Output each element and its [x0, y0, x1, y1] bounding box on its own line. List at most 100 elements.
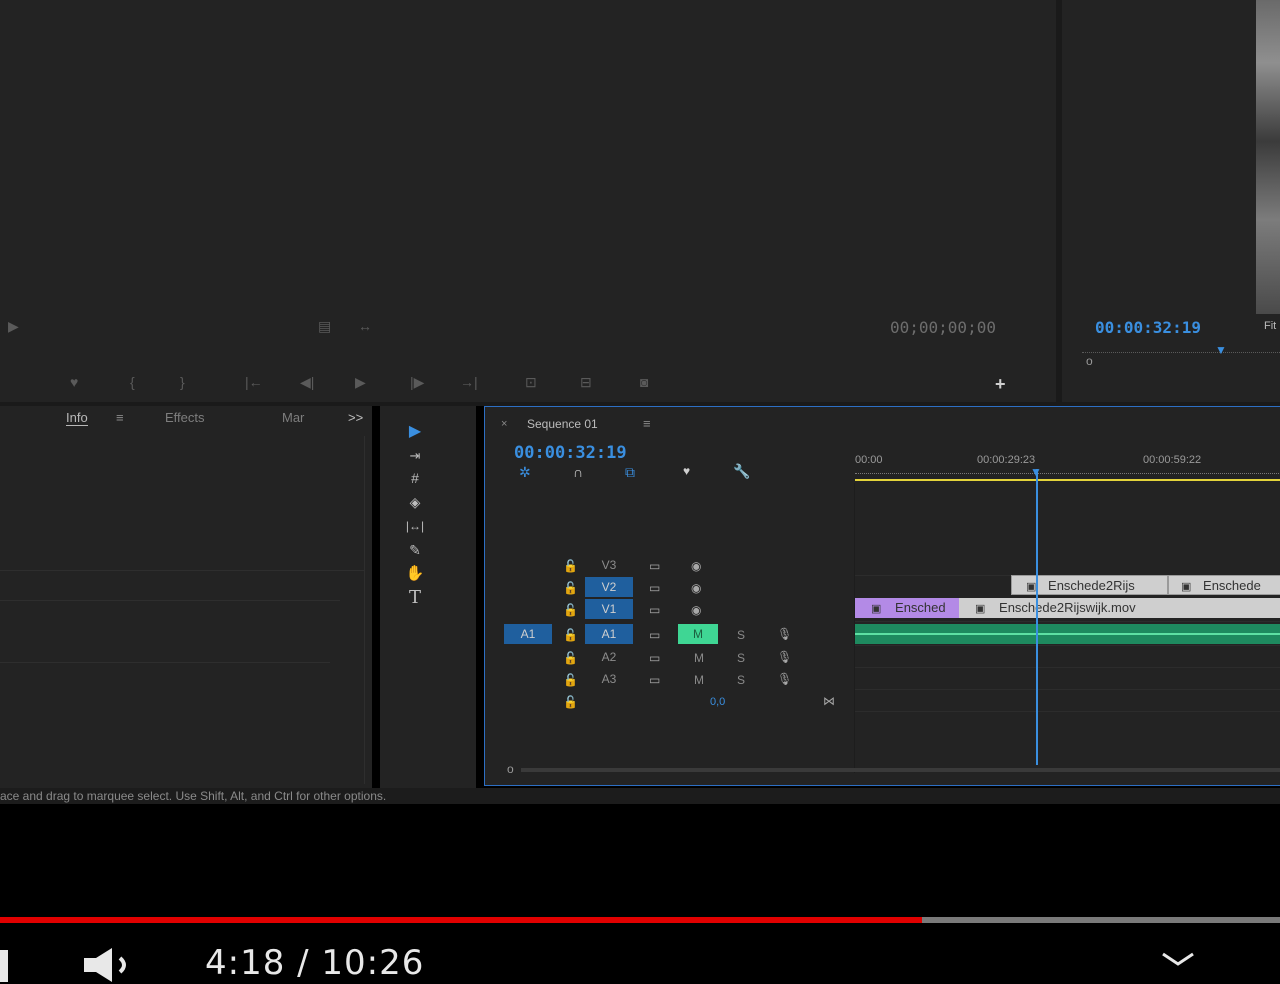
- program-scrub-bar[interactable]: [1082, 352, 1280, 353]
- tab-markers[interactable]: Mar: [282, 410, 304, 425]
- lock-icon[interactable]: 🔓: [563, 673, 578, 687]
- clip-v2-b[interactable]: ▣ Enschede: [1168, 575, 1280, 595]
- step-back-icon[interactable]: ◀|: [300, 374, 314, 391]
- video-progress-fill: [0, 917, 922, 923]
- track-target-v2[interactable]: V2: [585, 577, 633, 597]
- go-to-end-icon[interactable]: ⋈: [823, 694, 835, 708]
- sync-lock-icon[interactable]: ▭: [649, 603, 660, 617]
- lane-divider: [855, 621, 1280, 622]
- lock-icon[interactable]: 🔓: [563, 628, 578, 642]
- work-area-bar[interactable]: [855, 479, 1280, 481]
- go-to-out-icon[interactable]: →|: [460, 374, 478, 390]
- pause-icon[interactable]: [0, 950, 8, 982]
- add-marker-icon[interactable]: ♥: [70, 374, 78, 390]
- timeline-timecode[interactable]: 00:00:32:19: [514, 443, 627, 463]
- step-forward-icon[interactable]: |▶: [410, 374, 424, 391]
- clip-v2-a[interactable]: ▣ Enschede2Rijs: [1011, 575, 1168, 595]
- linked-selection-icon[interactable]: ⧉: [625, 464, 635, 481]
- time-ruler[interactable]: 00:00 00:00:29:23 00:00:59:22: [855, 451, 1280, 481]
- program-timecode[interactable]: 00:00:32:19: [1095, 318, 1201, 337]
- mute-button-a3[interactable]: M: [694, 673, 704, 687]
- add-button-icon[interactable]: +: [995, 374, 1006, 395]
- solo-button-a3[interactable]: S: [737, 673, 745, 687]
- microphone-icon[interactable]: 🎙: [777, 627, 792, 641]
- selection-tool-icon[interactable]: ▶: [402, 422, 428, 442]
- mute-button-a2[interactable]: M: [694, 651, 704, 665]
- drag-audio-icon[interactable]: ↔: [358, 318, 372, 334]
- type-tool-icon[interactable]: T: [402, 588, 428, 608]
- video-time: 4:18 / 10:26: [205, 943, 425, 983]
- mute-button-a1[interactable]: M: [678, 624, 718, 644]
- tab-overflow[interactable]: >>: [348, 410, 363, 425]
- snap-magnet-icon[interactable]: ∩: [573, 464, 583, 480]
- razor-tool-icon[interactable]: ◈: [402, 492, 428, 512]
- lock-icon[interactable]: 🔓: [563, 581, 578, 595]
- pen-tool-icon[interactable]: ✎: [402, 540, 428, 560]
- divider: [0, 570, 364, 571]
- chevron-down-icon[interactable]: [1160, 950, 1196, 970]
- wrench-icon[interactable]: 🔧: [733, 463, 750, 480]
- fit-dropdown[interactable]: Fit: [1264, 320, 1276, 332]
- program-playhead-icon[interactable]: ▼: [1215, 343, 1227, 357]
- close-icon[interactable]: ×: [501, 418, 507, 430]
- hand-tool-icon[interactable]: ✋: [402, 564, 428, 584]
- sequence-tab[interactable]: Sequence 01: [527, 417, 598, 431]
- zoom-handle-icon[interactable]: o: [1086, 354, 1093, 368]
- playhead-handle-icon[interactable]: ▼: [1030, 465, 1042, 479]
- panel-menu-icon[interactable]: ≡: [116, 410, 124, 425]
- sync-lock-icon[interactable]: ▭: [649, 581, 660, 595]
- insert-edit-icon[interactable]: ⊡: [525, 374, 537, 391]
- info-panel: Info ≡ Effects Mar >>: [0, 406, 372, 788]
- clip-v1-b[interactable]: ▣ Enschede2Rijswijk.mov: [959, 598, 1280, 618]
- source-timecode[interactable]: 00;00;00;00: [890, 318, 996, 337]
- track-target-v1[interactable]: V1: [585, 599, 633, 619]
- solo-button-a2[interactable]: S: [737, 651, 745, 665]
- source-patch-a1[interactable]: A1: [504, 624, 552, 644]
- playhead[interactable]: [1036, 469, 1038, 765]
- lock-icon[interactable]: 🔓: [563, 651, 578, 665]
- eye-icon[interactable]: ◉: [691, 603, 701, 617]
- track-target-v3[interactable]: V3: [585, 555, 633, 575]
- eye-icon[interactable]: ◉: [691, 559, 701, 573]
- microphone-icon[interactable]: 🎙: [777, 650, 792, 664]
- tab-info[interactable]: Info: [66, 410, 88, 426]
- add-marker-icon[interactable]: ♥: [683, 464, 690, 478]
- video-progress-bar[interactable]: [0, 917, 1280, 923]
- clip-a1-audio[interactable]: [855, 624, 1280, 644]
- panel-menu-icon[interactable]: ≡: [643, 416, 651, 431]
- solo-button-a1[interactable]: S: [737, 628, 745, 642]
- sync-lock-icon[interactable]: ▭: [649, 651, 660, 665]
- microphone-icon[interactable]: 🎙: [777, 672, 792, 686]
- clip-name: Enschede2Rijswijk.mov: [999, 600, 1136, 615]
- insert-icon[interactable]: ▤: [318, 318, 331, 335]
- master-volume-value[interactable]: 0,0: [710, 696, 725, 708]
- volume-icon[interactable]: [82, 946, 142, 984]
- sync-lock-icon[interactable]: ▭: [649, 559, 660, 573]
- sync-lock-icon[interactable]: ▭: [649, 673, 660, 687]
- play-icon[interactable]: ▶: [355, 374, 366, 391]
- track-select-tool-icon[interactable]: ⇥: [402, 446, 428, 466]
- track-target-a2[interactable]: A2: [585, 647, 633, 667]
- lock-icon[interactable]: 🔓: [563, 695, 578, 709]
- track-target-a1[interactable]: A1: [585, 624, 633, 644]
- go-to-in-icon[interactable]: |←: [245, 374, 263, 390]
- sync-lock-icon[interactable]: ▭: [649, 628, 660, 642]
- lock-icon[interactable]: 🔓: [563, 559, 578, 573]
- play-small-icon[interactable]: ▶: [8, 318, 19, 335]
- track-target-a3[interactable]: A3: [585, 669, 633, 689]
- eye-icon[interactable]: ◉: [691, 581, 701, 595]
- mark-out-icon[interactable]: }: [180, 374, 185, 390]
- overwrite-icon[interactable]: ⊟: [580, 374, 592, 391]
- lock-icon[interactable]: 🔓: [563, 603, 578, 617]
- slip-tool-icon[interactable]: |↔|: [402, 516, 428, 536]
- zoom-handle-icon[interactable]: o: [507, 762, 514, 776]
- source-monitor-panel: ▶ ▤ ↔ 00;00;00;00 ♥ { } |← ◀| ▶ |▶ →| ⊡ …: [0, 0, 1056, 402]
- tab-effects[interactable]: Effects: [165, 410, 205, 425]
- mark-in-icon[interactable]: {: [130, 374, 135, 390]
- waveform: [855, 633, 1280, 635]
- clip-v1-a[interactable]: ▣ Ensched: [855, 598, 959, 618]
- timeline-scrollbar[interactable]: [521, 768, 1280, 772]
- nest-icon[interactable]: ✲: [519, 464, 531, 481]
- camera-icon[interactable]: ◙: [640, 374, 648, 390]
- ripple-edit-tool-icon[interactable]: #: [402, 468, 428, 488]
